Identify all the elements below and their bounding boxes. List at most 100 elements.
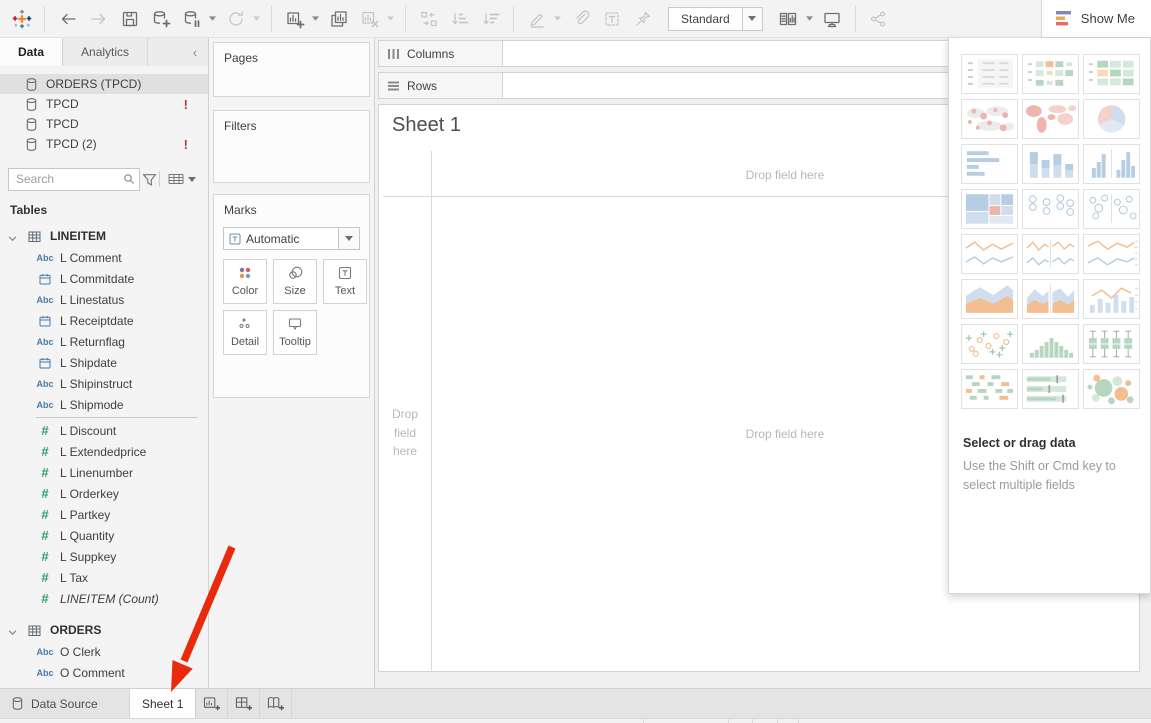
showme-gantt[interactable] <box>961 369 1018 409</box>
showme-symbol-map[interactable] <box>961 99 1018 139</box>
showme-bullet-graph[interactable] <box>1022 369 1079 409</box>
field-item[interactable]: #L Suppkey <box>0 546 208 567</box>
showme-box-and-whisker[interactable] <box>1083 324 1140 364</box>
fit-selector[interactable]: Standard <box>668 7 763 31</box>
field-item[interactable]: #LINEITEM (Count) <box>0 588 208 609</box>
field-item[interactable]: #L Partkey <box>0 504 208 525</box>
data-source-item[interactable]: TPCD! <box>0 94 208 114</box>
chevron-down-icon[interactable] <box>385 4 396 34</box>
chevron-down-icon[interactable] <box>310 4 321 34</box>
showme-packed-bubbles[interactable] <box>1083 369 1140 409</box>
drop-zone-rows[interactable]: Drop field here <box>379 405 431 461</box>
showme-circle-views[interactable] <box>1022 189 1079 229</box>
showme-filled-map[interactable] <box>1022 99 1079 139</box>
showme-continuous-area[interactable] <box>961 279 1018 319</box>
chevron-down-icon[interactable] <box>742 8 762 30</box>
search-box[interactable] <box>8 168 140 191</box>
sheet-tab-sheet-1[interactable]: Sheet 1 <box>130 689 196 718</box>
redo-button[interactable] <box>85 4 112 34</box>
chevron-down-icon[interactable] <box>251 4 262 34</box>
mark-type-dropdown[interactable]: Automatic <box>223 227 360 250</box>
filters-shelf[interactable]: Filters <box>213 110 370 183</box>
field-item[interactable]: AbcO Clerk <box>0 641 208 662</box>
showme-side-by-side-bars[interactable] <box>1083 144 1140 184</box>
table-header-orders[interactable]: ORDERS <box>0 619 208 641</box>
detail-button[interactable]: Detail <box>223 310 267 355</box>
color-button[interactable]: Color <box>223 259 267 304</box>
field-item[interactable]: L Commitdate <box>0 268 208 289</box>
field-item[interactable]: L Receiptdate <box>0 310 208 331</box>
highlight-button[interactable] <box>523 4 550 34</box>
tab-analytics[interactable]: Analytics <box>63 38 148 66</box>
show-mark-labels-button[interactable] <box>598 4 625 34</box>
group-members-button[interactable] <box>567 4 594 34</box>
new-data-source-button[interactable] <box>147 4 174 34</box>
sort-descending-button[interactable] <box>477 4 504 34</box>
pages-shelf[interactable]: Pages <box>213 42 370 97</box>
field-item[interactable]: #L Discount <box>0 420 208 441</box>
data-source-item[interactable]: TPCD <box>0 114 208 134</box>
showme-treemap[interactable] <box>961 189 1018 229</box>
showme-side-by-side-circles[interactable] <box>1083 189 1140 229</box>
field-item[interactable]: #L Tax <box>0 567 208 588</box>
size-button[interactable]: Size <box>273 259 317 304</box>
show-me-button[interactable]: Show Me <box>1041 0 1151 38</box>
showme-highlight-table[interactable] <box>1022 54 1079 94</box>
new-story-tab-button[interactable] <box>260 689 292 718</box>
sort-ascending-button[interactable] <box>446 4 473 34</box>
data-source-tab[interactable]: Data Source <box>0 689 130 718</box>
showme-discrete-lines[interactable] <box>1022 234 1079 274</box>
new-dashboard-tab-button[interactable] <box>228 689 260 718</box>
showme-histogram[interactable] <box>1022 324 1079 364</box>
swap-rows-columns-button[interactable] <box>415 4 442 34</box>
presentation-mode-button[interactable] <box>819 4 846 34</box>
showme-heat-map[interactable] <box>1083 54 1140 94</box>
filter-fields-icon[interactable] <box>140 172 159 187</box>
fix-axes-button[interactable] <box>629 4 656 34</box>
showme-stacked-bars[interactable] <box>1022 144 1079 184</box>
field-item[interactable]: AbcL Shipmode <box>0 394 208 415</box>
search-input[interactable] <box>16 172 123 186</box>
field-item[interactable]: #L Extendedprice <box>0 441 208 462</box>
clear-sheet-button[interactable] <box>356 4 383 34</box>
show-hide-cards-button[interactable] <box>775 4 802 34</box>
field-item[interactable]: AbcL Returnflag <box>0 331 208 352</box>
field-item[interactable]: #L Linenumber <box>0 462 208 483</box>
chevron-expand-icon[interactable] <box>8 626 17 635</box>
collapse-pane-button[interactable]: ‹ <box>182 38 208 66</box>
save-button[interactable] <box>116 4 143 34</box>
table-header-lineitem[interactable]: LINEITEM <box>0 225 208 247</box>
new-worksheet-button[interactable] <box>281 4 308 34</box>
undo-button[interactable] <box>54 4 81 34</box>
field-item[interactable]: #L Orderkey <box>0 483 208 504</box>
showme-horizontal-bars[interactable] <box>961 144 1018 184</box>
pause-auto-updates-button[interactable] <box>178 4 205 34</box>
showme-discrete-area[interactable] <box>1022 279 1079 319</box>
new-worksheet-tab-button[interactable] <box>196 689 228 718</box>
field-item[interactable]: AbcO Comment <box>0 662 208 683</box>
tab-data[interactable]: Data <box>0 38 63 66</box>
text-button[interactable]: Text <box>323 259 367 304</box>
showme-scatter-plot[interactable] <box>961 324 1018 364</box>
data-source-item[interactable]: TPCD (2)! <box>0 134 208 154</box>
share-workbook-button[interactable] <box>865 4 892 34</box>
field-item[interactable]: AbcL Linestatus <box>0 289 208 310</box>
field-item[interactable]: AbcL Shipinstruct <box>0 373 208 394</box>
view-as-button[interactable] <box>160 173 200 186</box>
chevron-down-icon[interactable] <box>207 4 218 34</box>
field-item[interactable]: L Shipdate <box>0 352 208 373</box>
duplicate-sheet-button[interactable] <box>325 4 352 34</box>
chevron-down-icon[interactable] <box>804 4 815 34</box>
data-source-item[interactable]: ORDERS (TPCD) <box>0 74 208 94</box>
run-update-button[interactable] <box>222 4 249 34</box>
field-item[interactable]: #L Quantity <box>0 525 208 546</box>
field-item[interactable]: AbcL Comment <box>0 247 208 268</box>
showme-pie-chart[interactable] <box>1083 99 1140 139</box>
showme-continuous-lines[interactable] <box>961 234 1018 274</box>
chevron-expand-icon[interactable] <box>8 232 17 241</box>
chevron-down-icon[interactable] <box>552 4 563 34</box>
tooltip-button[interactable]: Tooltip <box>273 310 317 355</box>
showme-dual-combination[interactable] <box>1083 279 1140 319</box>
showme-dual-lines[interactable] <box>1083 234 1140 274</box>
showme-text-table[interactable] <box>961 54 1018 94</box>
